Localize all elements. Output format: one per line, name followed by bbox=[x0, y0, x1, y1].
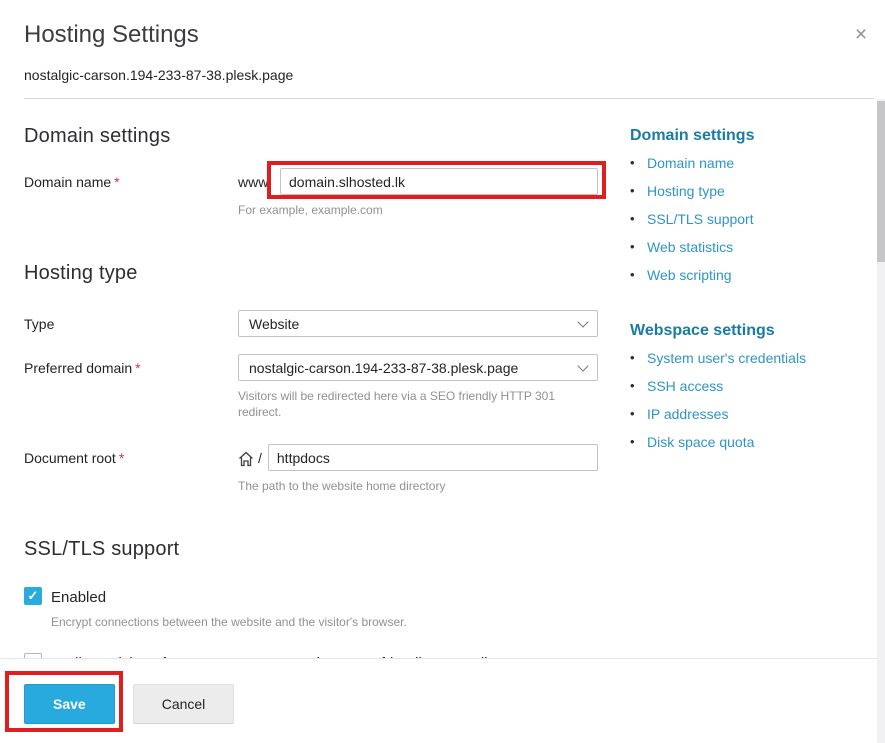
dialog-subtitle: nostalgic-carson.194-233-87-38.plesk.pag… bbox=[24, 67, 861, 83]
cancel-button[interactable]: Cancel bbox=[133, 684, 235, 724]
close-icon[interactable]: × bbox=[850, 25, 872, 47]
toc-item-hosting-type: • Hosting type bbox=[630, 181, 865, 201]
preferred-domain-select[interactable]: nostalgic-carson.194-233-87-38.plesk.pag… bbox=[238, 354, 598, 381]
toc-link-ssh-access[interactable]: SSH access bbox=[647, 376, 723, 396]
bullet-icon: • bbox=[630, 404, 647, 424]
toc-link-hosting-type[interactable]: Hosting type bbox=[647, 181, 725, 201]
dialog-header: Hosting Settings nostalgic-carson.194-23… bbox=[0, 0, 885, 83]
toc-item-web-scripting: • Web scripting bbox=[630, 265, 865, 285]
toc-link-system-user[interactable]: System user's credentials bbox=[647, 348, 806, 368]
vertical-scrollbar[interactable] bbox=[877, 99, 885, 743]
toc-sidebar: Domain settings • Domain name • Hosting … bbox=[630, 125, 865, 717]
required-asterisk: * bbox=[135, 360, 140, 376]
toc-link-ssl-support[interactable]: SSL/TLS support bbox=[647, 209, 754, 229]
bullet-icon: • bbox=[630, 265, 647, 285]
toc-list-webspace: • System user's credentials • SSH access… bbox=[630, 348, 865, 452]
document-root-input[interactable] bbox=[268, 444, 598, 471]
chevron-down-icon bbox=[577, 316, 588, 327]
domain-name-row: Domain name* www. For example, example.c… bbox=[24, 168, 598, 218]
toc-link-web-statistics[interactable]: Web statistics bbox=[647, 237, 733, 257]
home-icon bbox=[238, 451, 254, 467]
toc-heading-domain-settings[interactable]: Domain settings bbox=[630, 127, 865, 145]
type-select-value: Website bbox=[249, 316, 571, 332]
type-row: Type Website bbox=[24, 310, 598, 337]
ssl-enabled-label: Enabled bbox=[51, 587, 106, 607]
section-heading-domain-settings: Domain settings bbox=[24, 125, 598, 148]
scrollbar-thumb[interactable] bbox=[877, 101, 885, 262]
ssl-enabled-checkbox[interactable]: ✓ bbox=[24, 587, 42, 605]
dialog-footer: Save Cancel bbox=[0, 658, 877, 743]
bullet-icon: • bbox=[630, 432, 647, 452]
dialog-body: Domain settings Domain name* www. For ex… bbox=[0, 99, 877, 743]
domain-name-label: Domain name* bbox=[24, 168, 238, 218]
dialog-title: Hosting Settings bbox=[24, 21, 861, 49]
bullet-icon: • bbox=[630, 181, 647, 201]
toc-link-domain-name[interactable]: Domain name bbox=[647, 153, 734, 173]
section-heading-ssl: SSL/TLS support bbox=[24, 538, 598, 561]
toc-item-ssl-support: • SSL/TLS support bbox=[630, 209, 865, 229]
toc-link-ip-addresses[interactable]: IP addresses bbox=[647, 404, 728, 424]
path-slash: / bbox=[258, 450, 262, 466]
ssl-enabled-group: ✓ Enabled Encrypt connections between th… bbox=[24, 587, 598, 629]
toc-link-web-scripting[interactable]: Web scripting bbox=[647, 265, 732, 285]
document-root-hint: The path to the website home directory bbox=[238, 478, 598, 494]
preferred-domain-select-value: nostalgic-carson.194-233-87-38.plesk.pag… bbox=[249, 360, 571, 376]
toc-link-disk-space-quota[interactable]: Disk space quota bbox=[647, 432, 754, 452]
document-root-label: Document root* bbox=[24, 444, 238, 494]
section-heading-hosting-type: Hosting type bbox=[24, 262, 598, 285]
save-button[interactable]: Save bbox=[24, 684, 115, 724]
type-select[interactable]: Website bbox=[238, 310, 598, 337]
bullet-icon: • bbox=[630, 376, 647, 396]
toc-list-domain: • Domain name • Hosting type • SSL/TLS s… bbox=[630, 153, 865, 285]
toc-item-disk-space-quota: • Disk space quota bbox=[630, 432, 865, 452]
toc-item-domain-name: • Domain name bbox=[630, 153, 865, 173]
bullet-icon: • bbox=[630, 348, 647, 368]
required-asterisk: * bbox=[114, 174, 119, 190]
document-root-row: Document root* / The path to the website bbox=[24, 444, 598, 494]
toc-item-ssh-access: • SSH access bbox=[630, 376, 865, 396]
bullet-icon: • bbox=[630, 209, 647, 229]
bullet-icon: • bbox=[630, 153, 647, 173]
required-asterisk: * bbox=[119, 450, 124, 466]
chevron-down-icon bbox=[577, 360, 588, 371]
ssl-enabled-hint: Encrypt connections between the website … bbox=[51, 615, 598, 629]
preferred-domain-label: Preferred domain* bbox=[24, 354, 238, 420]
type-label: Type bbox=[24, 310, 238, 337]
toc-item-web-statistics: • Web statistics bbox=[630, 237, 865, 257]
form-column: Domain settings Domain name* www. For ex… bbox=[24, 125, 598, 717]
domain-name-control: www. For example, example.com bbox=[238, 168, 598, 218]
bullet-icon: • bbox=[630, 237, 647, 257]
preferred-domain-row: Preferred domain* nostalgic-carson.194-2… bbox=[24, 354, 598, 420]
toc-item-ip-addresses: • IP addresses bbox=[630, 404, 865, 424]
toc-item-system-user: • System user's credentials bbox=[630, 348, 865, 368]
www-prefix: www. bbox=[238, 173, 280, 190]
domain-name-hint: For example, example.com bbox=[238, 202, 598, 218]
domain-name-input[interactable] bbox=[280, 168, 598, 195]
preferred-domain-hint: Visitors will be redirected here via a S… bbox=[238, 388, 598, 420]
toc-heading-webspace-settings[interactable]: Webspace settings bbox=[630, 322, 865, 340]
